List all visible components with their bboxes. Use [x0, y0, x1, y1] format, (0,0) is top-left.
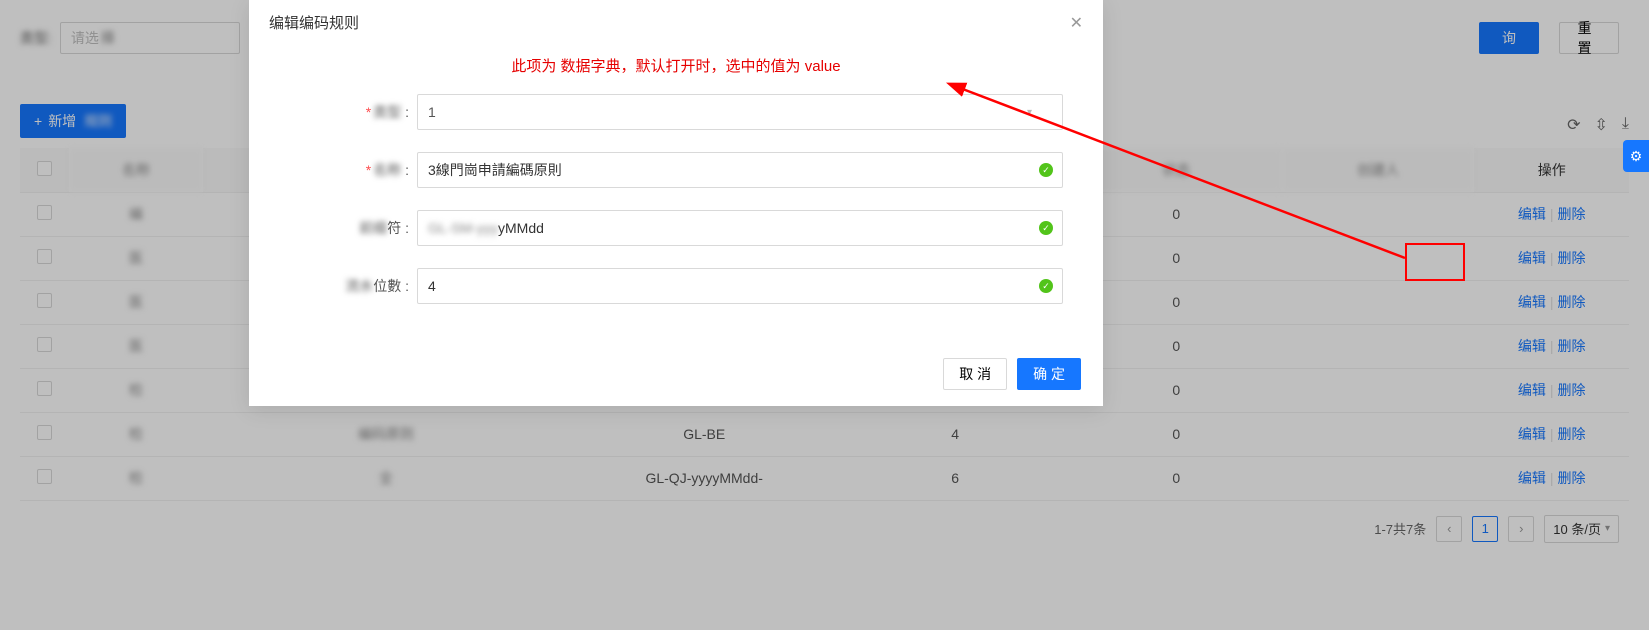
name-input[interactable]: 3線門崗申請編碼原則 — [417, 152, 1063, 188]
valid-icon: ✓ — [1039, 163, 1053, 177]
close-icon[interactable]: ✕ — [1070, 13, 1083, 33]
chevron-down-icon: ▾ — [1027, 107, 1032, 118]
edit-modal: 编辑编码规则 ✕ 此项为 数据字典，默认打开时，选中的值为 value *类型 … — [249, 0, 1103, 406]
digits-input[interactable]: 4 — [417, 268, 1063, 304]
valid-icon: ✓ — [1039, 279, 1053, 293]
gear-icon: ⚙ — [1630, 148, 1643, 165]
ok-button[interactable]: 确 定 — [1017, 358, 1081, 390]
type-select[interactable]: 1 ▾ — [417, 94, 1063, 130]
settings-drawer-toggle[interactable]: ⚙ — [1623, 140, 1649, 172]
valid-icon: ✓ — [1039, 221, 1053, 235]
modal-title: 编辑编码规则 — [269, 12, 359, 33]
annotation-text: 此项为 数据字典，默认打开时，选中的值为 value — [289, 51, 1063, 94]
cancel-button[interactable]: 取 消 — [943, 358, 1007, 390]
prefix-input[interactable]: GL-SM-yyyyMMdd — [417, 210, 1063, 246]
